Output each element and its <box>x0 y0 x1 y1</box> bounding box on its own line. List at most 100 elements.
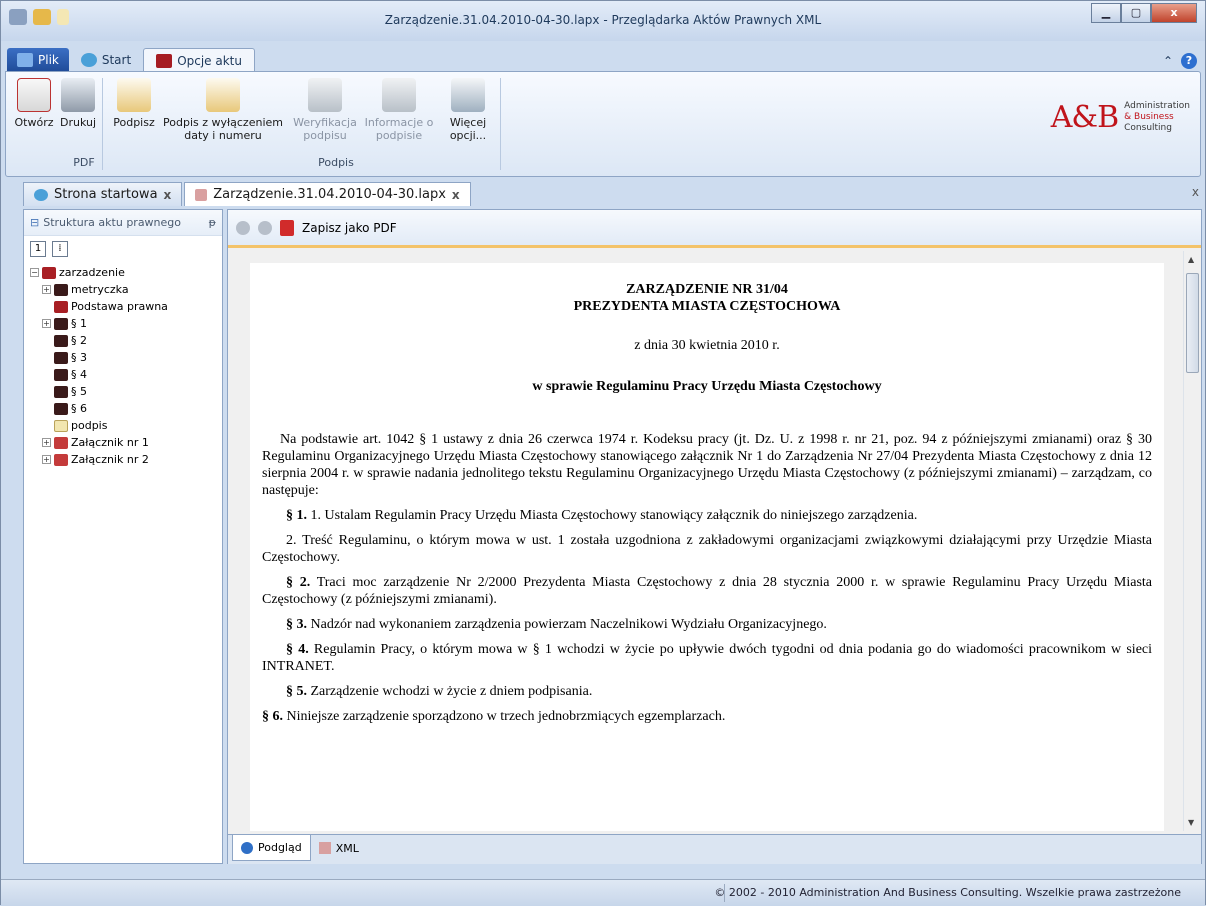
more-options-button[interactable]: Więcej opcji... <box>440 78 496 142</box>
scroll-up-icon[interactable]: ▲ <box>1188 255 1194 264</box>
scroll-down-icon[interactable]: ▼ <box>1188 818 1194 827</box>
tab-opcje-aktu-label: Opcje aktu <box>177 53 242 68</box>
sign-button[interactable]: Podpisz <box>110 78 158 129</box>
doc-paragraph-2: § 2. Traci moc zarządzenie Nr 2/2000 Pre… <box>262 574 1152 608</box>
more-options-icon <box>451 78 485 112</box>
document-tabs: Strona startowa x Zarządzenie.31.04.2010… <box>23 181 473 206</box>
tree-node-label: Podstawa prawna <box>71 300 168 313</box>
more-options-label: Więcej opcji... <box>449 116 487 142</box>
tree-node-zarzadzenie[interactable]: − zarzadzenie <box>30 264 222 281</box>
verify-signature-button[interactable]: Weryfikacja podpisu <box>290 78 360 142</box>
tab-xml[interactable]: XML <box>311 835 367 861</box>
paragraph-text: Regulamin Pracy, o którym mowa w § 1 wch… <box>262 642 1153 674</box>
tree-node-par5[interactable]: § 5 <box>30 383 222 400</box>
metadata-icon <box>54 283 68 296</box>
expand-toggle[interactable]: + <box>42 438 51 447</box>
attachment-icon <box>54 436 68 449</box>
scrollbar-thumb[interactable] <box>1186 273 1199 373</box>
paragraph-text: Nadzór nad wykonaniem zarządzenia powier… <box>307 617 827 632</box>
group-podpis-label: Podpis <box>318 156 354 169</box>
doc-paragraph-3: § 3. Nadzór nad wykonaniem zarządzenia p… <box>262 616 1152 633</box>
tab-document[interactable]: Zarządzenie.31.04.2010-04-30.lapx x <box>184 182 471 206</box>
sign-without-date-button[interactable]: Podpis z wyłączeniem daty i numeru <box>162 78 284 142</box>
tree-node-metryczka[interactable]: + metryczka <box>30 281 222 298</box>
paragraph-icon <box>54 368 68 381</box>
verify-icon <box>308 78 342 112</box>
print-button[interactable]: Drukuj <box>58 78 98 129</box>
document-page: ZARZĄDZENIE NR 31/04 PREZYDENTA MIASTA C… <box>250 263 1164 831</box>
print-label: Drukuj <box>59 116 97 129</box>
home-icon <box>34 188 48 201</box>
tab-start-label: Start <box>101 53 132 67</box>
expand-toggle[interactable]: + <box>42 285 51 294</box>
paragraph-icon <box>54 317 68 330</box>
structure-panel-title: Struktura aktu prawnego <box>43 216 182 229</box>
doc-paragraph-1: § 1. 1. Ustalam Regulamin Pracy Urzędu M… <box>262 507 1152 524</box>
ribbon: Otwórz Drukuj Podpisz Podpis z wyłączeni… <box>5 71 1201 177</box>
tree-node-par4[interactable]: § 4 <box>30 366 222 383</box>
minimize-ribbon-icon[interactable]: ⌃ <box>1163 54 1173 68</box>
close-tab-icon[interactable]: x <box>164 188 172 202</box>
maximize-button[interactable]: ▢ <box>1121 3 1151 23</box>
forward-icon[interactable] <box>258 220 272 235</box>
minimize-button[interactable]: ▁ <box>1091 3 1121 23</box>
close-all-tabs-icon[interactable]: x <box>1192 185 1199 199</box>
paragraph-icon <box>54 385 68 398</box>
tree-node-podstawa[interactable]: Podstawa prawna <box>30 298 222 315</box>
outline-view-button[interactable]: ⁞ <box>52 241 68 257</box>
paragraph-text: Zarządzenie wchodzi w życie z dniem podp… <box>307 684 593 699</box>
close-tab-icon[interactable]: x <box>452 188 460 202</box>
tree-node-par2[interactable]: § 2 <box>30 332 222 349</box>
tree-node-podpis[interactable]: podpis <box>30 417 222 434</box>
group-pdf-label: PDF <box>73 156 95 169</box>
signature-icon <box>54 419 68 432</box>
save-as-pdf-button[interactable]: Zapisz jako PDF <box>302 221 397 235</box>
paragraph-number: § 2. <box>286 575 311 590</box>
paragraph-text: 1. Ustalam Regulamin Pracy Urzędu Miasta… <box>307 508 918 523</box>
vertical-scrollbar[interactable]: ▲ ▼ <box>1183 251 1200 831</box>
tab-xml-label: XML <box>335 841 359 855</box>
paragraph-icon <box>54 351 68 364</box>
logo-text: Administration & Business Consulting <box>1124 101 1190 134</box>
back-icon[interactable] <box>236 220 250 235</box>
help-icon[interactable]: ? <box>1181 53 1197 69</box>
paragraph-icon <box>54 402 68 415</box>
expand-toggle[interactable]: + <box>42 455 51 464</box>
ribbon-right-controls: ⌃ ? <box>1163 53 1197 69</box>
structure-toolbar: 1 ⁞ <box>24 236 222 264</box>
open-button[interactable]: Otwórz <box>14 78 54 129</box>
doc-date: z dnia 30 kwietnia 2010 r. <box>634 338 780 353</box>
attachment-icon <box>54 453 68 466</box>
tree-node-par6[interactable]: § 6 <box>30 400 222 417</box>
tree-node-label: § 5 <box>71 385 87 398</box>
doc-paragraph-6: § 6. Niniejsze zarządzenie sporządzono w… <box>262 708 1152 725</box>
tree-node-zalacznik2[interactable]: + Załącznik nr 2 <box>30 451 222 468</box>
doc-paragraph-4: § 4. Regulamin Pracy, o którym mowa w § … <box>262 641 1152 675</box>
tree-node-par3[interactable]: § 3 <box>30 349 222 366</box>
tab-preview[interactable]: Podgląd <box>232 835 311 861</box>
window-title: Zarządzenie.31.04.2010-04-30.lapx - Prze… <box>384 13 822 27</box>
tree-node-label: § 3 <box>71 351 87 364</box>
tab-plik[interactable]: Plik <box>7 48 69 72</box>
pin-icon[interactable]: ᵽ <box>209 216 216 229</box>
structure-panel-header: ⊟ Struktura aktu prawnego ᵽ <box>24 210 222 236</box>
certificate-icon <box>206 78 240 112</box>
numbered-view-button[interactable]: 1 <box>30 241 46 257</box>
tab-start-page[interactable]: Strona startowa x <box>23 182 183 206</box>
collapse-toggle[interactable]: − <box>30 268 39 277</box>
tab-opcje-aktu[interactable]: Opcje aktu <box>143 48 255 72</box>
sign-without-date-label: Podpis z wyłączeniem daty i numeru <box>163 116 283 142</box>
certificate-icon <box>117 78 151 112</box>
ribbon-separator <box>500 78 501 170</box>
tree-node-par1[interactable]: + § 1 <box>30 315 222 332</box>
tree-node-zalacznik1[interactable]: + Załącznik nr 1 <box>30 434 222 451</box>
act-icon <box>42 266 56 279</box>
document-viewport: ZARZĄDZENIE NR 31/04 PREZYDENTA MIASTA C… <box>228 251 1183 831</box>
expand-toggle[interactable]: + <box>42 319 51 328</box>
tab-start[interactable]: Start <box>69 48 143 72</box>
title-bar: Zarządzenie.31.04.2010-04-30.lapx - Prze… <box>1 1 1205 41</box>
close-window-button[interactable]: x <box>1151 3 1197 23</box>
paragraph-icon <box>54 334 68 347</box>
doc-heading-2: PREZYDENTA MIASTA CZĘSTOCHOWA <box>573 299 841 314</box>
signature-info-button[interactable]: Informacje o podpisie <box>364 78 434 142</box>
